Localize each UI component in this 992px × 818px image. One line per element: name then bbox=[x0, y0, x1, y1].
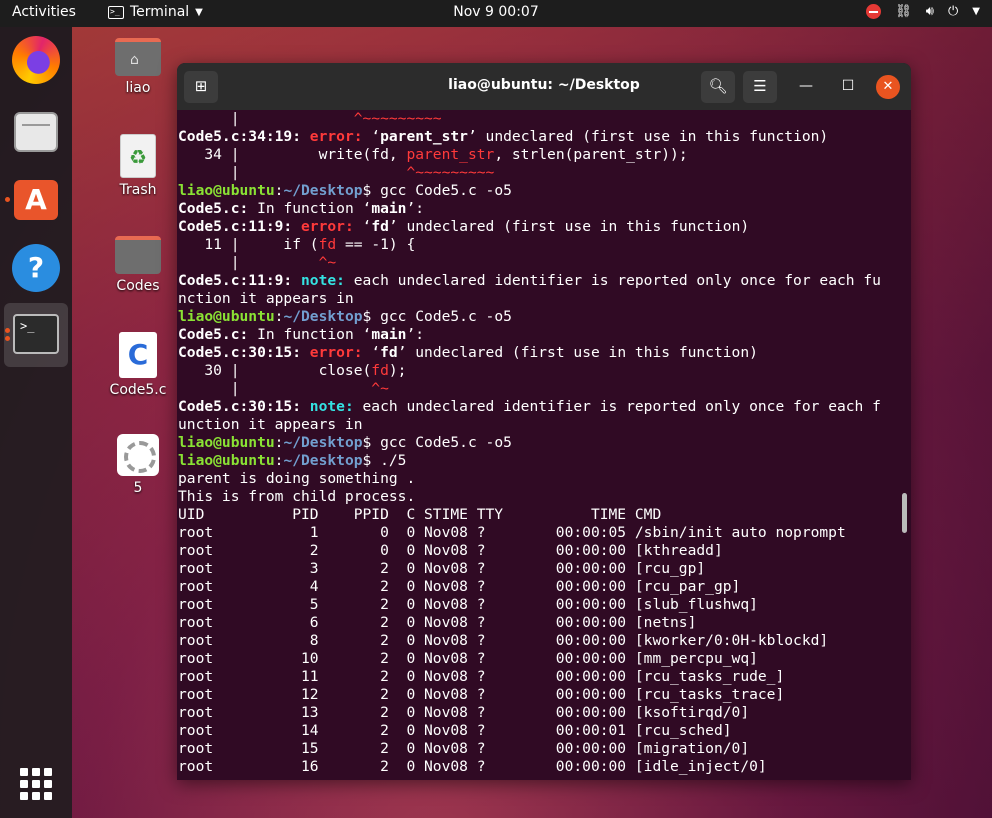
terminal-line: Code5.c: In function ‘main’: bbox=[178, 200, 425, 217]
terminal-line: Code5.c:11:9: error: ‘fd’ undeclared (fi… bbox=[178, 218, 750, 235]
terminal-icon[interactable]: >_ bbox=[4, 303, 68, 367]
folder-icon bbox=[115, 236, 161, 274]
terminal-line: unction it appears in bbox=[178, 416, 363, 433]
terminal-line: 34 | write(fd, parent_str, strlen(parent… bbox=[178, 146, 688, 163]
terminal-line: | ^~~~~~~~~~ bbox=[178, 110, 442, 127]
minimize-button[interactable]: — bbox=[794, 75, 818, 99]
do-not-disturb-icon[interactable] bbox=[866, 4, 882, 19]
desktop-icon-home[interactable]: ⌂ liao bbox=[98, 38, 178, 96]
terminal-line: root 14 2 0 Nov08 ? 00:00:01 [rcu_sched] bbox=[178, 722, 732, 739]
terminal-line: root 12 2 0 Nov08 ? 00:00:00 [rcu_tasks_… bbox=[178, 686, 785, 703]
terminal-line: root 1 0 0 Nov08 ? 00:00:05 /sbin/init a… bbox=[178, 524, 846, 541]
network-icon[interactable]: ⛓ bbox=[895, 4, 912, 19]
terminal-line: 11 | if (fd == -1) { bbox=[178, 236, 416, 253]
terminal-line: | ^~~~~~~~~~ bbox=[178, 164, 495, 181]
running-indicator bbox=[5, 336, 10, 341]
terminal-line: Code5.c: In function ‘main’: bbox=[178, 326, 425, 343]
trash-icon: ♻ bbox=[120, 134, 156, 178]
terminal-line: root 8 2 0 Nov08 ? 00:00:00 [kworker/0:0… bbox=[178, 632, 829, 649]
title-bar[interactable]: ⊞ liao@ubuntu: ~/Desktop 🔍︎ ☰ — ☐ ✕ bbox=[177, 63, 911, 110]
terminal-line: liao@ubuntu:~/Desktop$ gcc Code5.c -o5 bbox=[178, 182, 512, 199]
clock[interactable]: Nov 9 00:07 bbox=[453, 4, 538, 20]
chevron-down-icon[interactable]: ▼ bbox=[972, 6, 980, 17]
power-icon[interactable]: ⏻ bbox=[948, 4, 958, 19]
terminal-line: Code5.c:30:15: error: ‘fd’ undeclared (f… bbox=[178, 344, 758, 361]
terminal-line: root 13 2 0 Nov08 ? 00:00:00 [ksoftirqd/… bbox=[178, 704, 750, 721]
help-icon[interactable]: ? bbox=[12, 244, 60, 292]
terminal-line: Code5.c:30:15: note: each undeclared ide… bbox=[178, 398, 881, 415]
chevron-down-icon: ▼ bbox=[195, 6, 203, 18]
terminal-line: nction it appears in bbox=[178, 290, 354, 307]
running-indicator bbox=[5, 328, 10, 333]
terminal-line: Code5.c:11:9: note: each undeclared iden… bbox=[178, 272, 881, 289]
terminal-line: root 15 2 0 Nov08 ? 00:00:00 [migration/… bbox=[178, 740, 750, 757]
terminal-line: | ^~ bbox=[178, 380, 389, 397]
desktop-icon-label: Codes bbox=[116, 278, 160, 294]
running-indicator bbox=[5, 197, 10, 202]
terminal-line: root 16 2 0 Nov08 ? 00:00:00 [idle_injec… bbox=[178, 758, 767, 775]
terminal-line: root 6 2 0 Nov08 ? 00:00:00 [netns] bbox=[178, 614, 697, 631]
terminal-line: root 10 2 0 Nov08 ? 00:00:00 [mm_percpu_… bbox=[178, 650, 758, 667]
terminal-line: parent is doing something . bbox=[178, 470, 416, 487]
terminal-line: root 4 2 0 Nov08 ? 00:00:00 [rcu_par_gp] bbox=[178, 578, 741, 595]
volume-icon[interactable]: 🔊︎ bbox=[926, 4, 934, 19]
terminal-line: liao@ubuntu:~/Desktop$ gcc Code5.c -o5 bbox=[178, 434, 512, 451]
terminal-line: Code5.c:34:19: error: ‘parent_str’ undec… bbox=[178, 128, 829, 145]
terminal-line: | ^~ bbox=[178, 254, 337, 271]
system-tray[interactable]: ⛓ 🔊︎ ⏻ ▼ bbox=[866, 4, 980, 19]
scrollbar-thumb[interactable] bbox=[902, 493, 907, 533]
app-menu[interactable]: >_ Terminal ▼ bbox=[108, 4, 203, 20]
search-icon: 🔍︎ bbox=[708, 77, 728, 95]
app-menu-label: Terminal bbox=[130, 4, 190, 20]
terminal-line: root 11 2 0 Nov08 ? 00:00:00 [rcu_tasks_… bbox=[178, 668, 785, 685]
terminal-line: 30 | close(fd); bbox=[178, 362, 407, 379]
firefox-icon[interactable] bbox=[12, 36, 60, 84]
desktop-icon-code5c[interactable]: C Code5.c bbox=[98, 332, 178, 398]
terminal-line: This is from child process. bbox=[178, 488, 416, 505]
show-applications-icon[interactable] bbox=[20, 768, 52, 800]
hamburger-menu-icon: ☰ bbox=[753, 77, 767, 95]
desktop-icon-codes[interactable]: Codes bbox=[98, 236, 178, 294]
maximize-button[interactable]: ☐ bbox=[836, 75, 860, 99]
desktop-icon-label: Trash bbox=[119, 182, 157, 198]
search-button[interactable]: 🔍︎ bbox=[701, 71, 735, 103]
close-button[interactable]: ✕ bbox=[876, 75, 900, 99]
files-icon[interactable] bbox=[12, 108, 60, 156]
terminal-icon: >_ bbox=[108, 5, 124, 19]
desktop-icon-executable[interactable]: 5 bbox=[98, 434, 178, 496]
software-icon[interactable]: A bbox=[12, 176, 60, 224]
c-source-file-icon: C bbox=[119, 332, 157, 378]
home-folder-icon: ⌂ bbox=[115, 38, 161, 76]
top-bar: Activities >_ Terminal ▼ Nov 9 00:07 ⛓ 🔊… bbox=[0, 0, 992, 27]
terminal-line: UID PID PPID C STIME TTY TIME CMD bbox=[178, 506, 662, 523]
desktop-icon-trash[interactable]: ♻ Trash bbox=[98, 134, 178, 198]
terminal-window[interactable]: ⊞ liao@ubuntu: ~/Desktop 🔍︎ ☰ — ☐ ✕ | ^~… bbox=[177, 63, 911, 780]
terminal-line: root 2 0 0 Nov08 ? 00:00:00 [kthreadd] bbox=[178, 542, 723, 559]
terminal-line: root 5 2 0 Nov08 ? 00:00:00 [slub_flushw… bbox=[178, 596, 758, 613]
desktop-icon-label: liao bbox=[125, 80, 151, 96]
activities-button[interactable]: Activities bbox=[12, 4, 76, 20]
dock: A ? >_ bbox=[0, 27, 72, 818]
executable-icon bbox=[117, 434, 159, 476]
terminal-output[interactable]: | ^~~~~~~~~~ Code5.c:34:19: error: ‘paren… bbox=[177, 110, 911, 780]
desktop-icon-label: Code5.c bbox=[109, 382, 167, 398]
terminal-line: root 3 2 0 Nov08 ? 00:00:00 [rcu_gp] bbox=[178, 560, 706, 577]
desktop-icon-label: 5 bbox=[133, 480, 143, 496]
menu-button[interactable]: ☰ bbox=[743, 71, 777, 103]
terminal-line: liao@ubuntu:~/Desktop$ gcc Code5.c -o5 bbox=[178, 308, 512, 325]
terminal-line: liao@ubuntu:~/Desktop$ ./5 bbox=[178, 452, 407, 469]
